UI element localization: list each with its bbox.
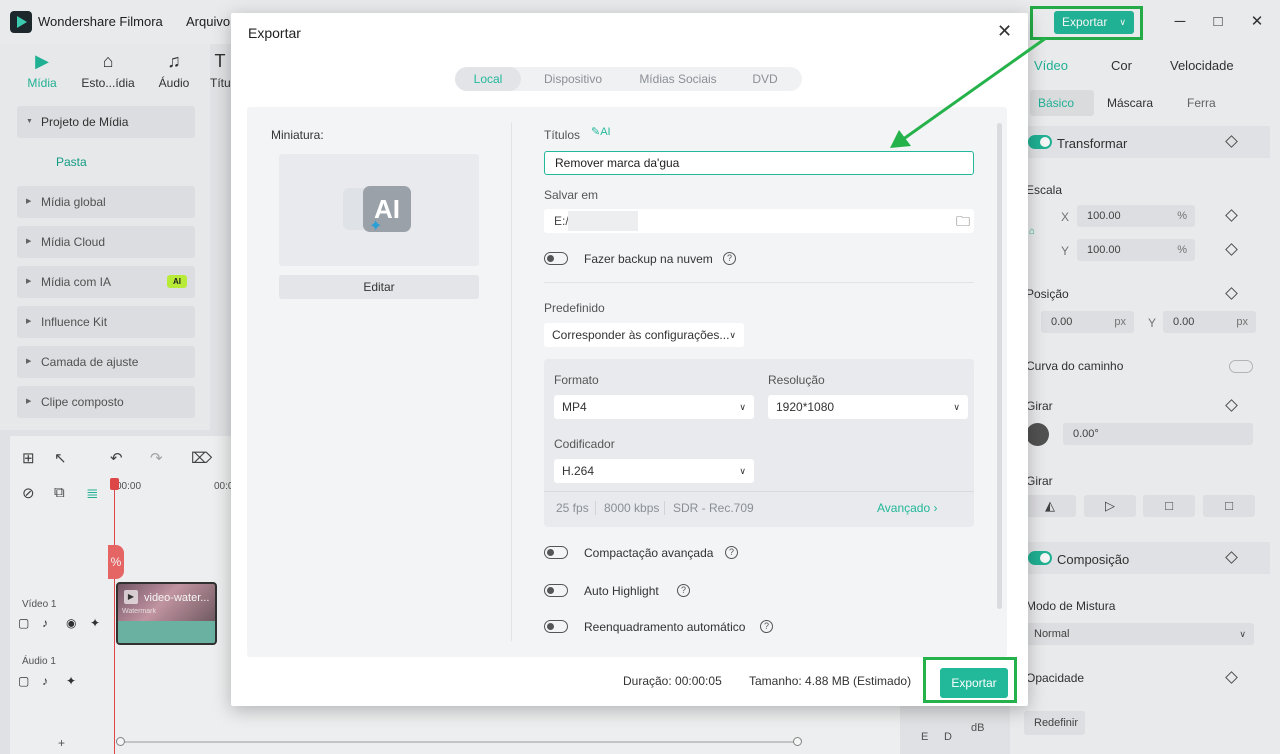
annotation-arrow <box>890 36 1047 148</box>
